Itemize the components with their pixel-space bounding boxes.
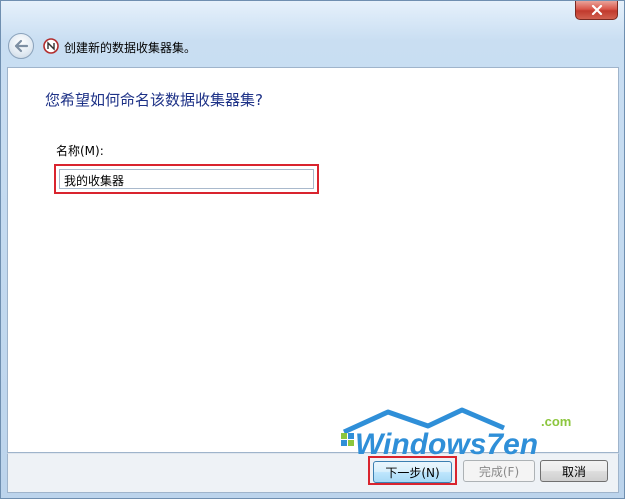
back-button[interactable] [8,33,34,59]
data-collector-icon [43,38,59,54]
finish-button[interactable]: 完成(F) [463,460,535,482]
name-field-highlight: 我的收集器 [54,164,319,194]
wizard-content: 您希望如何命名该数据收集器集? 名称(M): 我的收集器 [7,67,619,453]
name-input[interactable]: 我的收集器 [59,169,314,189]
wizard-window: 创建新的数据收集器集。 您希望如何命名该数据收集器集? 名称(M): 我的收集器… [0,0,625,499]
close-icon [591,5,602,15]
name-label: 名称(M): [56,144,104,158]
next-button[interactable]: 下一步(N) [373,461,452,483]
next-button-highlight: 下一步(N) [368,456,457,485]
wizard-title: 创建新的数据收集器集。 [64,41,197,55]
page-heading: 您希望如何命名该数据收集器集? [45,91,263,109]
close-button[interactable] [575,1,618,20]
cancel-button[interactable]: 取消 [540,460,608,482]
title-bar [1,1,624,25]
back-arrow-icon [14,39,29,53]
wizard-nav-bar: 创建新的数据收集器集。 [7,31,618,63]
